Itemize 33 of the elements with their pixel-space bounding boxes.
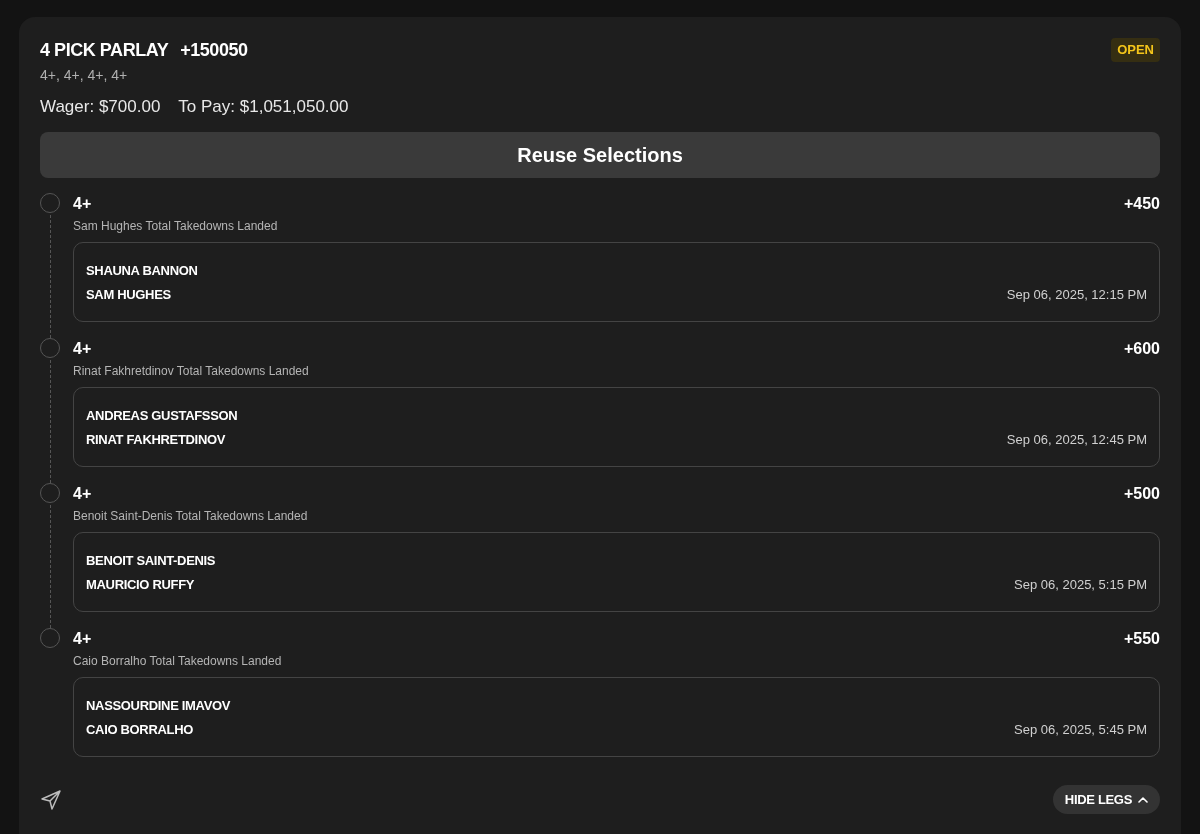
competitor-name: ANDREAS GUSTAFSSON [86, 407, 238, 425]
status-badge: OPEN [1111, 38, 1160, 62]
event-time: Sep 06, 2025, 5:15 PM [1014, 576, 1147, 594]
competitor-name: BENOIT SAINT-DENIS [86, 552, 216, 570]
leg-odds: +600 [1123, 339, 1160, 359]
wager-amount: Wager: $700.00 [40, 96, 161, 118]
competitor-name: NASSOURDINE IMAVOV [86, 697, 231, 715]
competitor-name: SAM HUGHES [86, 286, 172, 304]
leg-odds: +500 [1123, 484, 1160, 504]
bet-odds: +150050 [180, 39, 248, 62]
competitor-name: CAIO BORRALHO [86, 721, 194, 739]
reuse-selections-button[interactable]: Reuse Selections [40, 132, 1160, 178]
send-icon[interactable] [41, 789, 61, 810]
event-time: Sep 06, 2025, 12:15 PM [1006, 286, 1147, 304]
leg-odds: +450 [1123, 194, 1160, 214]
competitor-name: SHAUNA BANNON [86, 262, 198, 280]
bet-title: 4 PICK PARLAY [40, 39, 169, 62]
leg-selection: 4+ [73, 194, 92, 214]
market-label: Rinat Fakhretdinov Total Takedowns Landed [73, 363, 310, 379]
competitor-name: MAURICIO RUFFY [86, 576, 196, 594]
competitor-name: RINAT FAKHRETDINOV [86, 431, 227, 449]
market-label: Caio Borralho Total Takedowns Landed [73, 653, 283, 669]
event-time: Sep 06, 2025, 5:45 PM [1014, 721, 1147, 739]
legs-summary: 4+, 4+, 4+, 4+ [40, 66, 129, 85]
event-time: Sep 06, 2025, 12:45 PM [1006, 431, 1147, 449]
market-label: Sam Hughes Total Takedowns Landed [73, 218, 279, 234]
hide-legs-button[interactable]: HIDE LEGS [1052, 785, 1160, 814]
leg-odds: +550 [1123, 629, 1160, 649]
leg-selection: 4+ [73, 339, 92, 359]
leg-selection: 4+ [73, 629, 92, 649]
market-label: Benoit Saint-Denis Total Takedowns Landed [73, 508, 309, 524]
payout-amount: To Pay: $1,051,050.00 [178, 96, 349, 118]
leg-selection: 4+ [73, 484, 92, 504]
